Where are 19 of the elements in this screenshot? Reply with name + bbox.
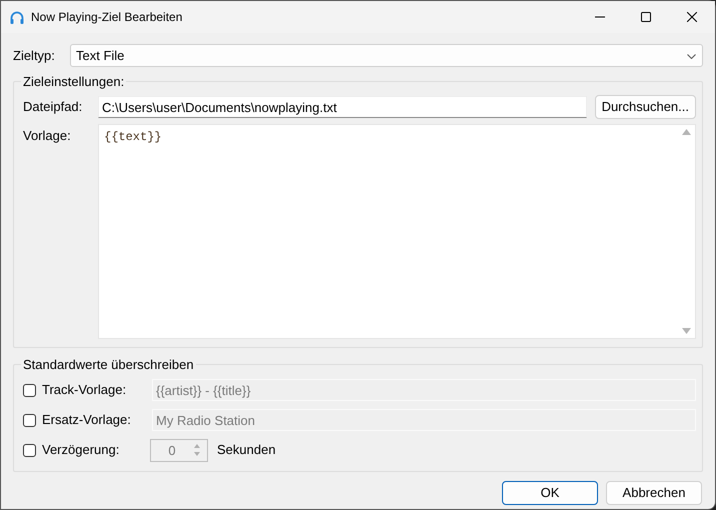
group-title: Zieleinstellungen: xyxy=(22,75,126,88)
maximize-icon[interactable] xyxy=(641,12,651,22)
checkbox-label: Ersatz-Vorlage: xyxy=(42,411,132,430)
field-label: Vorlage: xyxy=(23,127,72,145)
chevron-down-icon xyxy=(687,54,696,59)
unit-label: Sekunden xyxy=(217,441,276,460)
checkbox-label: Track-Vorlage: xyxy=(42,381,128,400)
close-icon[interactable] xyxy=(687,12,697,22)
dialog-button[interactable]: Abbrechen xyxy=(606,481,702,505)
field-label: Zieltyp: xyxy=(13,46,56,65)
window-title: Now Playing-Ziel Bearbeiten xyxy=(31,9,182,26)
dialog-button[interactable]: OK xyxy=(502,481,598,505)
group-title: Standardwerte überschreiben xyxy=(22,358,195,371)
checkbox-label: Verzögerung: xyxy=(42,441,120,460)
file-path-field[interactable]: C:\Users\user\Documents\nowplaying.txt xyxy=(98,96,587,118)
browse-button[interactable]: Durchsuchen... xyxy=(594,95,696,119)
target-type-dropdown[interactable]: Text File xyxy=(70,44,703,67)
headphones-icon xyxy=(9,10,25,26)
field-label: Dateipfad: xyxy=(23,98,84,116)
